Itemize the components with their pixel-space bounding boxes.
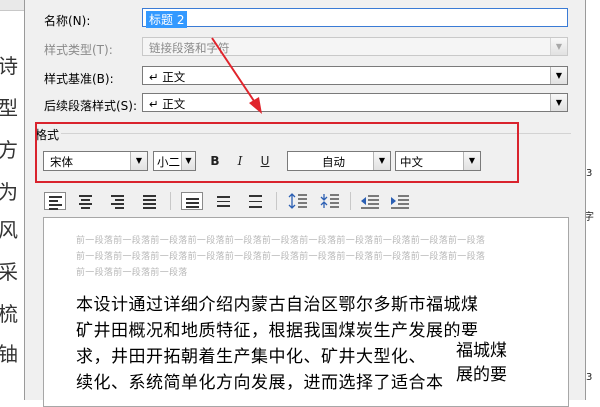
- font-name-value: 宋体: [50, 155, 73, 169]
- name-label: 名称(N):: [44, 14, 91, 28]
- background-text: 方: [0, 138, 18, 162]
- align-center-icon[interactable]: [75, 192, 97, 210]
- space-before-icon[interactable]: [287, 192, 309, 210]
- font-name-select[interactable]: 宋体 ▼: [43, 151, 148, 171]
- double-spacing-icon[interactable]: [245, 192, 267, 210]
- next-style-select[interactable]: ↵ 正文 ▼: [142, 93, 568, 112]
- next-style-label: 后续段落样式(S):: [44, 99, 138, 113]
- preview-previous-paragraph: 前一段落前一段落前一段落: [76, 268, 188, 278]
- background-text: 3: [586, 372, 593, 383]
- space-after-icon[interactable]: [319, 192, 341, 210]
- chevron-down-icon: ▼: [373, 152, 390, 170]
- toolbar-divider: [276, 192, 277, 210]
- chevron-down-icon: ▼: [130, 152, 147, 170]
- preview-previous-paragraph: 前一段落前一段落前一段落前一段落前一段落前一段落前一段落前一段落前一段落前一段落…: [76, 236, 486, 246]
- chevron-down-icon: ▼: [550, 38, 567, 55]
- toolbar-divider: [170, 192, 171, 210]
- style-based-value: ↵ 正文: [149, 70, 186, 84]
- style-preview: 前一段落前一段落前一段落前一段落前一段落前一段落前一段落前一段落前一段落前一段落…: [43, 217, 569, 407]
- font-color-select[interactable]: 自动 ▼: [287, 151, 391, 171]
- background-text: 采: [0, 260, 18, 284]
- style-type-select[interactable]: 链接段落和字符 ▼: [142, 37, 568, 56]
- font-size-value: 小二: [157, 155, 180, 169]
- style-type-value: 链接段落和字符: [149, 41, 230, 55]
- chevron-down-icon: ▼: [463, 152, 480, 170]
- background-text: 3: [586, 168, 593, 179]
- font-size-select[interactable]: 小二 ▼: [153, 151, 196, 171]
- background-text: 风: [0, 218, 18, 242]
- increase-indent-icon[interactable]: [389, 192, 411, 210]
- chevron-down-icon: ▼: [181, 152, 195, 170]
- background-text: 梳: [0, 302, 18, 326]
- preview-sample-text: 矿井田概况和地质特征，根据我国煤炭生产发展的要: [76, 321, 479, 341]
- font-color-value: 自动: [322, 155, 345, 169]
- align-right-icon[interactable]: [107, 192, 129, 210]
- style-based-label: 样式基准(B):: [44, 72, 114, 86]
- chevron-down-icon: ▼: [550, 67, 567, 84]
- style-based-select[interactable]: ↵ 正文 ▼: [142, 66, 568, 85]
- bold-button[interactable]: B: [205, 151, 225, 171]
- language-value: 中文: [400, 155, 423, 169]
- preview-sample-text: 求，井田开拓朝着生产集中化、矿井大型化、: [76, 347, 426, 367]
- background-text: 型: [0, 96, 18, 120]
- decrease-indent-icon[interactable]: [359, 192, 381, 210]
- preview-previous-paragraph: 前一段落前一段落前一段落前一段落前一段落前一段落前一段落前一段落前一段落前一段落…: [76, 252, 486, 262]
- preview-sample-text: 本设计通过详细介绍内蒙古自治区鄂尔多斯市福城煤: [76, 295, 479, 315]
- background-document-right: 3 字 3: [584, 0, 600, 400]
- preview-floating-text: 展的要: [456, 360, 507, 385]
- background-document: 诗 型 方 为 风 采 梳 铀: [0, 0, 25, 400]
- align-justify-icon[interactable]: [139, 192, 161, 210]
- language-select[interactable]: 中文 ▼: [395, 151, 481, 171]
- name-input[interactable]: 标题 2: [142, 8, 568, 28]
- single-spacing-icon[interactable]: [181, 192, 203, 210]
- modify-style-dialog: 名称(N): 标题 2 样式类型(T): 链接段落和字符 ▼ 样式基准(B): …: [24, 0, 586, 407]
- italic-button[interactable]: I: [230, 151, 250, 171]
- toolbar-divider: [350, 192, 351, 210]
- style-type-label: 样式类型(T):: [44, 43, 113, 57]
- background-ruler: [0, 0, 24, 11]
- align-left-icon[interactable]: [44, 192, 66, 210]
- preview-floating-text: 福城煤: [456, 336, 507, 361]
- underline-button[interactable]: U: [255, 151, 275, 171]
- one-half-spacing-icon[interactable]: [213, 192, 235, 210]
- preview-sample-text: 续化、系统简单化方向发展，进而选择了适合本: [76, 373, 444, 393]
- background-text: 为: [0, 180, 18, 204]
- chevron-down-icon: ▼: [550, 94, 567, 111]
- background-text: 铀: [0, 342, 18, 366]
- background-text: 诗: [0, 54, 18, 78]
- name-input-value: 标题 2: [146, 11, 188, 28]
- next-style-value: ↵ 正文: [149, 97, 186, 111]
